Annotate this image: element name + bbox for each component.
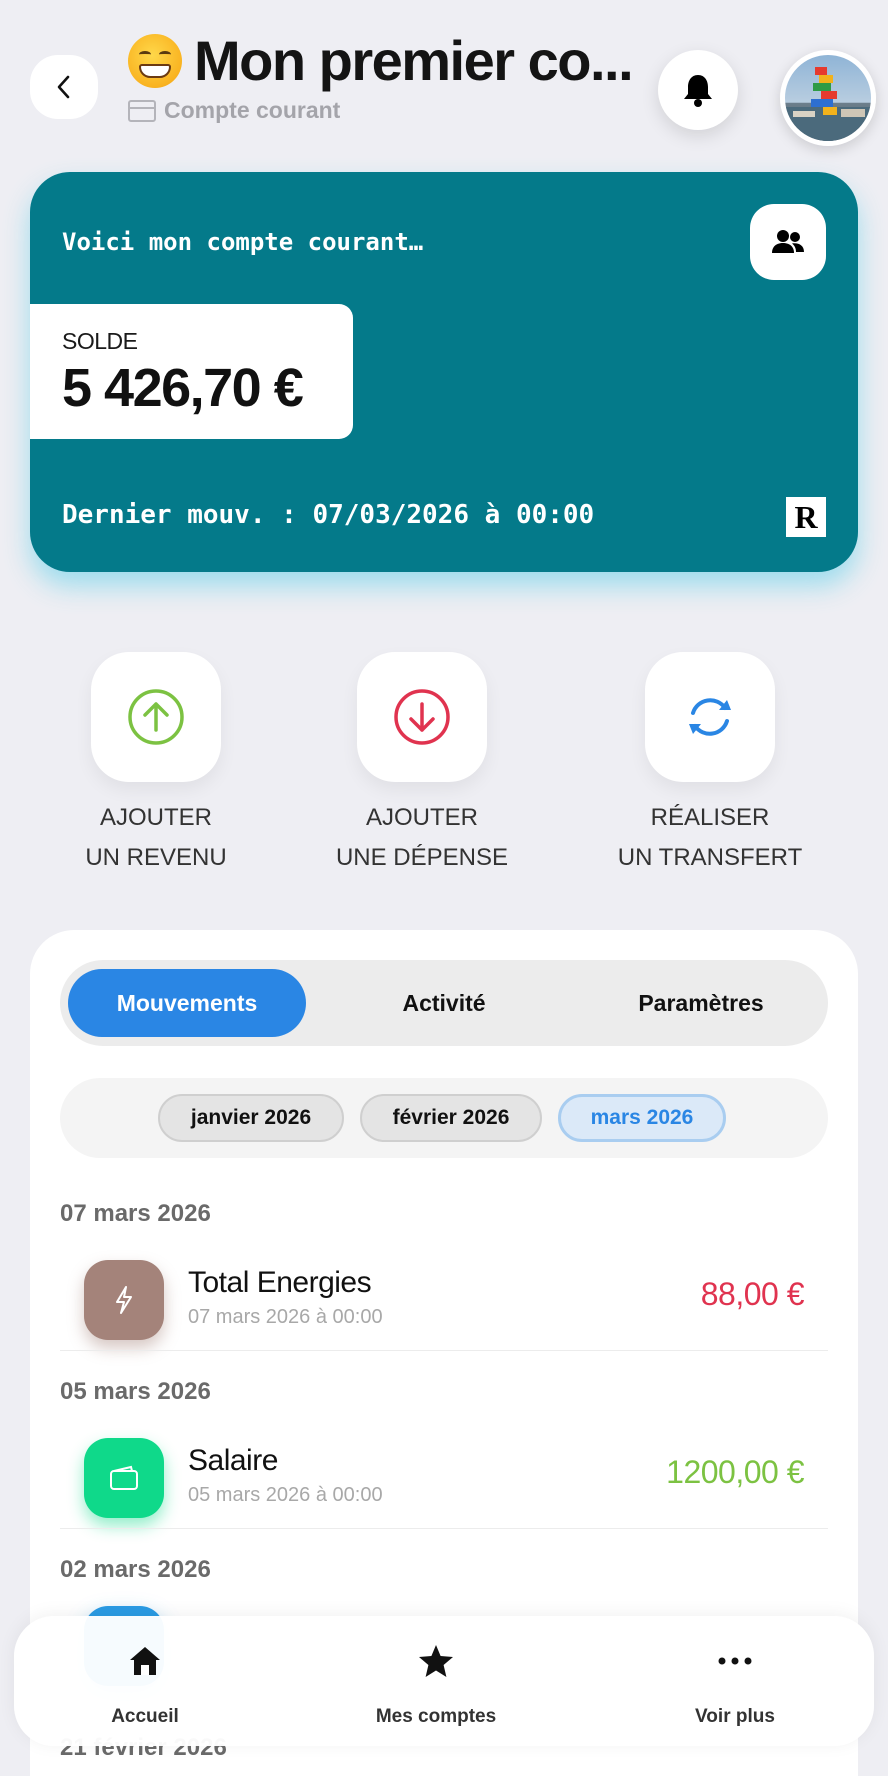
- nav-accounts[interactable]: Mes comptes: [336, 1636, 536, 1728]
- tab-movements[interactable]: Mouvements: [68, 969, 306, 1037]
- brand-logo: R: [786, 497, 826, 537]
- nav-accounts-label: Mes comptes: [375, 1706, 497, 1727]
- tab-settings[interactable]: Paramètres: [582, 969, 820, 1037]
- arrow-down-circle-icon: [394, 689, 450, 745]
- transaction-row[interactable]: Total Energies 07 mars 2026 à 00:00 88,0…: [60, 1246, 828, 1356]
- transaction-date: 07 mars 2026 à 00:00: [188, 1306, 383, 1328]
- notifications-button[interactable]: [658, 50, 738, 130]
- add-income-label: AJOUTER UN REVENU: [85, 804, 227, 871]
- transaction-row[interactable]: Salaire 05 mars 2026 à 00:00 1200,00 €: [60, 1424, 828, 1534]
- transfer-action[interactable]: RÉALISER UN TRANSFERT: [610, 652, 810, 878]
- date-heading: 02 mars 2026: [60, 1556, 211, 1583]
- add-expense-action[interactable]: AJOUTER UNE DÉPENSE: [322, 652, 522, 878]
- account-card[interactable]: Voici mon compte courant… SOLDE 5 426,70…: [30, 172, 858, 572]
- page-title: Mon premier co...: [194, 29, 634, 92]
- month-chip-february[interactable]: février 2026: [360, 1094, 542, 1142]
- grinning-emoji-icon: [128, 33, 182, 88]
- transfer-button[interactable]: [645, 652, 775, 782]
- balance-label: SOLDE: [62, 328, 138, 354]
- members-button[interactable]: [750, 204, 826, 280]
- more-icon: [718, 1657, 752, 1665]
- divider: [60, 1528, 828, 1529]
- transaction-name: Total Energies: [188, 1266, 372, 1299]
- bell-icon: [684, 75, 712, 107]
- add-expense-label: AJOUTER UNE DÉPENSE: [335, 804, 509, 871]
- home-icon: [130, 1647, 160, 1675]
- tab-bar: Mouvements Activité Paramètres: [60, 960, 828, 1046]
- add-income-action[interactable]: AJOUTER UN REVENU: [56, 652, 256, 878]
- users-icon: [772, 230, 804, 253]
- add-income-button[interactable]: [91, 652, 221, 782]
- back-button[interactable]: [30, 55, 98, 119]
- avatar-photo: [785, 67, 871, 141]
- date-heading: 07 mars 2026: [60, 1200, 211, 1227]
- transfer-label: RÉALISER UN TRANSFERT: [617, 804, 803, 871]
- card-caption: Voici mon compte courant…: [62, 228, 424, 256]
- month-filter: janvier 2026 février 2026 mars 2026: [60, 1078, 828, 1158]
- star-icon: [419, 1645, 453, 1677]
- wallet-icon: [84, 1438, 164, 1518]
- refresh-icon: [689, 698, 731, 736]
- nav-more-label: Voir plus: [695, 1706, 775, 1727]
- transaction-name: Salaire: [188, 1444, 278, 1477]
- nav-more[interactable]: Voir plus: [635, 1636, 835, 1728]
- divider: [60, 1350, 828, 1351]
- arrow-up-circle-icon: [128, 689, 184, 745]
- header: Mon premier co... Compte courant: [128, 28, 648, 124]
- card-icon: [128, 99, 156, 122]
- avatar[interactable]: [780, 50, 876, 146]
- month-chip-march[interactable]: mars 2026: [558, 1094, 726, 1142]
- add-expense-button[interactable]: [357, 652, 487, 782]
- lightning-icon: [84, 1260, 164, 1340]
- month-chip-january[interactable]: janvier 2026: [158, 1094, 344, 1142]
- transaction-amount: 88,00 €: [700, 1276, 805, 1312]
- nav-home-label: Accueil: [111, 1706, 179, 1727]
- account-type: Compte courant: [164, 97, 341, 123]
- transaction-amount: 1200,00 €: [666, 1454, 804, 1490]
- date-heading: 05 mars 2026: [60, 1378, 211, 1405]
- balance-value: 5 426,70 €: [62, 358, 304, 418]
- last-movement: Dernier mouv. : 07/03/2026 à 00:00: [62, 500, 595, 530]
- chevron-left-icon: [57, 75, 70, 99]
- bottom-navigation: Accueil Mes comptes Voir plus: [14, 1616, 874, 1746]
- tab-activity[interactable]: Activité: [325, 969, 563, 1037]
- balance-box: SOLDE 5 426,70 €: [30, 304, 353, 439]
- transaction-date: 05 mars 2026 à 00:00: [188, 1484, 383, 1506]
- nav-home[interactable]: Accueil: [45, 1636, 245, 1728]
